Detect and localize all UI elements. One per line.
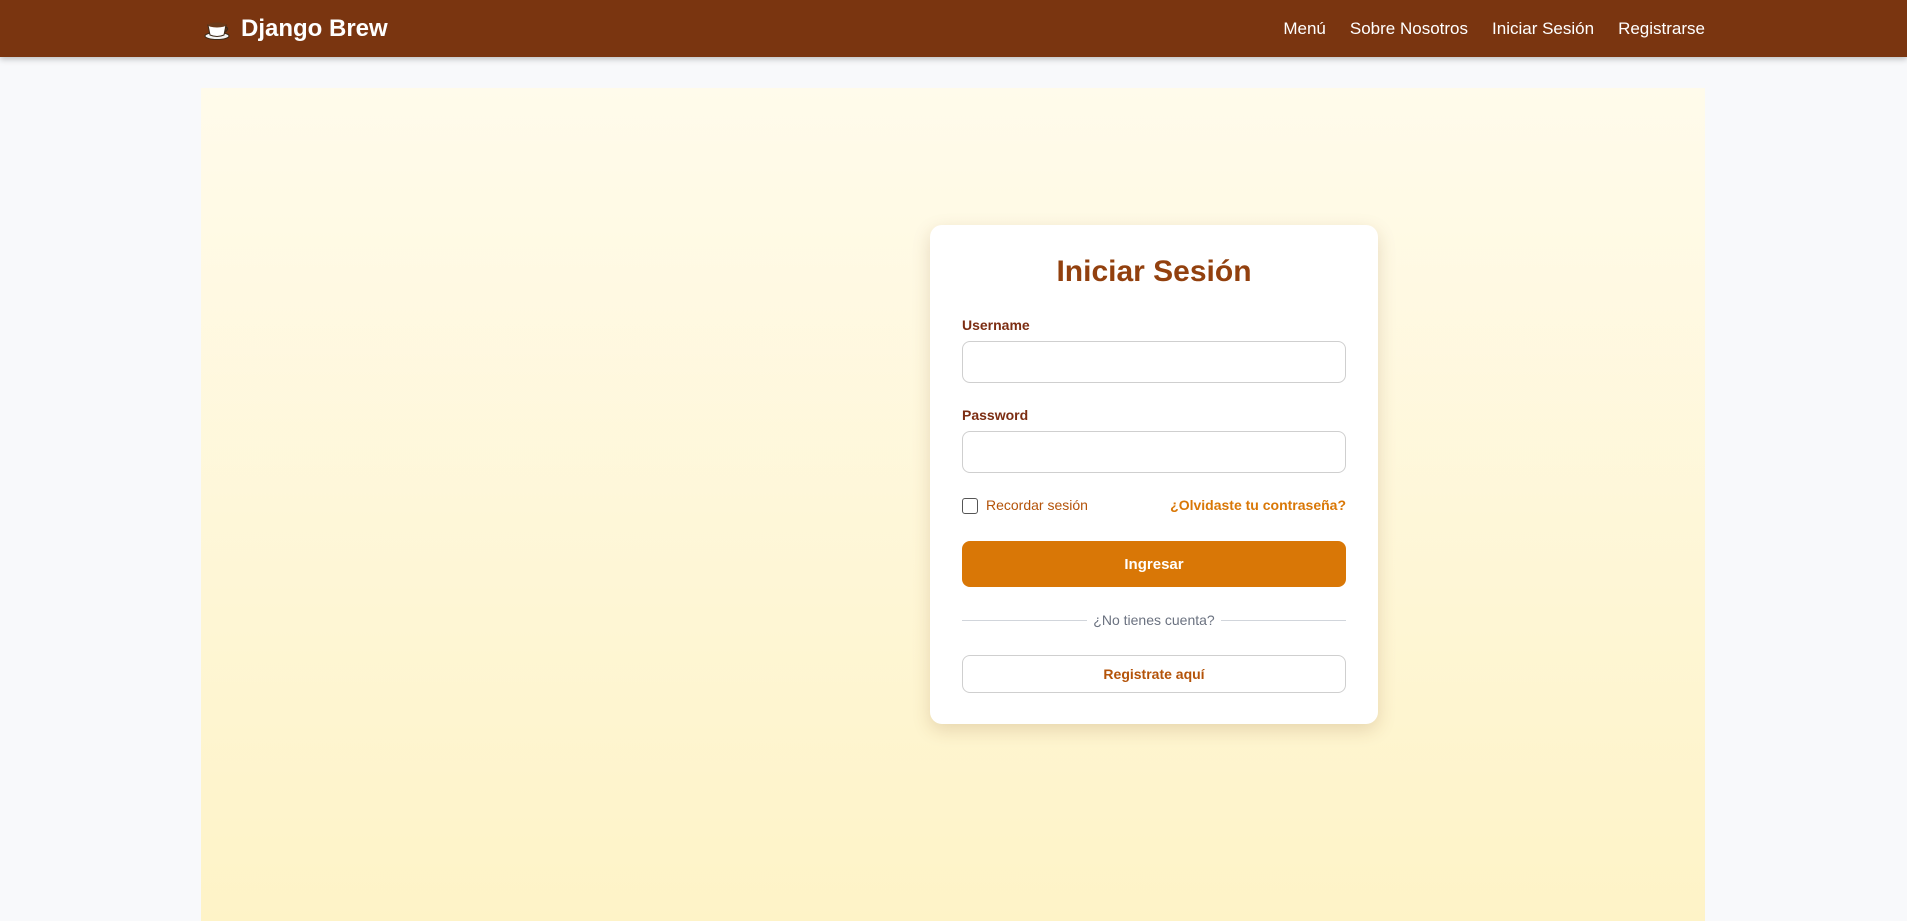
login-submit-button[interactable]: Ingresar — [962, 541, 1346, 587]
signup-divider: ¿No tienes cuenta? — [962, 610, 1346, 630]
login-title: Iniciar Sesión — [1056, 255, 1252, 288]
brand-link[interactable]: Django Brew — [203, 0, 388, 57]
register-button[interactable]: Registrate aquí — [962, 655, 1346, 693]
login-card: Iniciar Sesión Username Password Recorda… — [930, 225, 1378, 724]
nav-link-menu[interactable]: Menú — [1283, 19, 1326, 39]
nav-links: Menú Sobre Nosotros Iniciar Sesión Regis… — [1283, 0, 1705, 57]
top-navbar: Django Brew Menú Sobre Nosotros Iniciar … — [0, 0, 1907, 57]
remember-checkbox[interactable] — [962, 498, 978, 514]
coffee-cup-icon — [203, 15, 231, 43]
main-content-panel: Iniciar Sesión Username Password Recorda… — [201, 88, 1705, 921]
username-input[interactable] — [962, 341, 1346, 383]
password-input[interactable] — [962, 431, 1346, 473]
remember-row: Recordar sesión ¿Olvidaste tu contraseña… — [962, 496, 1346, 516]
divider-line-right — [1220, 619, 1346, 621]
remember-label[interactable]: Recordar sesión — [986, 497, 1088, 513]
divider-line-left — [962, 619, 1088, 621]
forgot-password-link[interactable]: ¿Olvidaste tu contraseña? — [1170, 497, 1346, 513]
brand-name: Django Brew — [241, 14, 388, 42]
nav-link-login[interactable]: Iniciar Sesión — [1492, 19, 1594, 39]
nav-link-about[interactable]: Sobre Nosotros — [1350, 19, 1468, 39]
password-label: Password — [962, 407, 1029, 423]
nav-link-register[interactable]: Registrarse — [1618, 19, 1705, 39]
username-label: Username — [962, 317, 1030, 333]
divider-text: ¿No tienes cuenta? — [1093, 612, 1215, 628]
